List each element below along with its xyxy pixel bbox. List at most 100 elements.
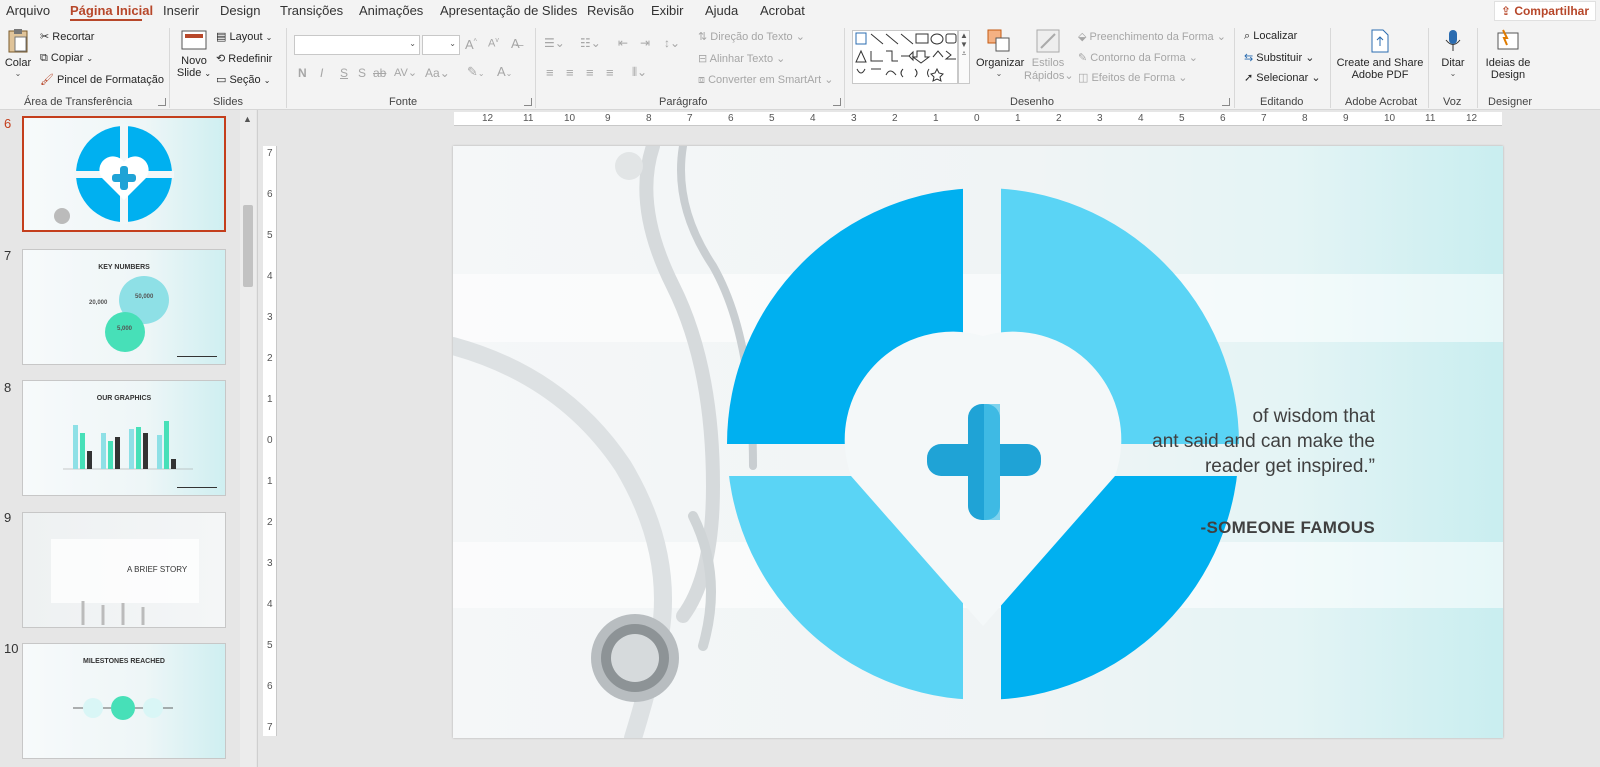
tab-apresentacao[interactable]: Apresentação de Slides	[440, 3, 577, 18]
shapes-gallery-scroll[interactable]: ▲ ▼ ⩡	[958, 30, 970, 84]
new-slide-icon	[181, 30, 207, 50]
layout-button[interactable]: ▤ Layout ⌄	[216, 30, 272, 43]
clipboard-launcher-icon[interactable]	[158, 98, 166, 106]
justify-icon[interactable]: ≡	[606, 65, 614, 80]
find-button[interactable]: ⌕ Localizar	[1244, 30, 1297, 43]
section-button[interactable]: ▭ Seção ⌄	[216, 73, 270, 86]
increase-indent-icon[interactable]: ⇥	[640, 36, 650, 50]
quote-text[interactable]: of wisdom that ant said and can make the…	[975, 404, 1375, 479]
layout-icon: ▤	[216, 31, 227, 43]
char-spacing-button[interactable]: AV⌄	[394, 66, 417, 79]
align-center-icon[interactable]: ≡	[566, 65, 574, 80]
text-direction-button[interactable]: ⇅ Direção do Texto ⌄	[698, 30, 805, 43]
shapes-gallery[interactable]	[852, 30, 958, 84]
drawing-launcher-icon[interactable]	[1222, 98, 1230, 106]
change-case-button[interactable]: Aa⌄	[425, 66, 450, 80]
ruler-tick-label: 10	[564, 113, 576, 124]
ruler-tick-label: 0	[974, 113, 980, 124]
font-color-icon[interactable]: A⌄	[497, 64, 512, 79]
ruler-tick-label: 12	[482, 113, 494, 124]
shadow-button[interactable]: S	[358, 66, 366, 80]
separator	[1234, 28, 1235, 108]
new-slide-label-2: Slide ⌄	[176, 67, 212, 79]
font-size-dropdown[interactable]: ⌄	[422, 35, 460, 55]
design-ideas-icon	[1497, 29, 1519, 50]
tab-inserir[interactable]: Inserir	[163, 3, 199, 18]
bullets-icon[interactable]: ☰⌄	[544, 36, 565, 50]
design-ideas-button[interactable]: Ideias de Design	[1482, 28, 1534, 94]
quote-author[interactable]: -SOMEONE FAMOUS	[1200, 518, 1375, 538]
thumbnails-scrollbar[interactable]: ▲	[240, 110, 256, 767]
decrease-indent-icon[interactable]: ⇤	[618, 36, 628, 50]
quick-styles-button[interactable]: Estilos Rápidos⌄	[1024, 28, 1074, 94]
grow-font-button[interactable]: A^	[465, 37, 477, 52]
dictate-button[interactable]: Ditar ⌄	[1434, 28, 1472, 94]
ruler-tick-label: 3	[267, 312, 273, 323]
shape-outline-button[interactable]: ✎ Contorno da Forma ⌄	[1078, 51, 1198, 64]
clipboard-icon	[8, 29, 28, 53]
clear-format-icon[interactable]: A̶	[511, 36, 520, 51]
tab-transicoes[interactable]: Transições	[280, 3, 343, 18]
tab-revisao[interactable]: Revisão	[587, 3, 634, 18]
highlight-icon[interactable]: ✎⌄	[467, 64, 485, 80]
strikethrough-button[interactable]: ab	[373, 66, 386, 80]
cut-button[interactable]: ✂ Recortar	[40, 30, 94, 43]
quick-styles-label-1: Estilos	[1031, 57, 1065, 69]
font-family-dropdown[interactable]: ⌄	[294, 35, 420, 55]
arrange-button[interactable]: Organizar ⌄	[976, 28, 1025, 94]
copy-button[interactable]: ⧉ Copiar ⌄	[40, 52, 93, 65]
ruler-tick-label: 9	[1343, 113, 1349, 124]
tab-arquivo[interactable]: Arquivo	[6, 3, 50, 18]
paragraph-launcher-icon[interactable]	[833, 98, 841, 106]
replace-button[interactable]: ⇆ Substituir ⌄	[1244, 51, 1314, 64]
align-right-icon[interactable]: ≡	[586, 65, 594, 80]
underline-button[interactable]: S	[340, 66, 348, 80]
acrobat-group-label: Adobe Acrobat	[1345, 96, 1418, 108]
ruler-tick-label: 3	[267, 558, 273, 569]
slide-thumbnail-8[interactable]: OUR GRAPHICS	[22, 380, 226, 496]
tab-animacoes[interactable]: Animações	[359, 3, 423, 18]
tab-design[interactable]: Design	[220, 3, 260, 18]
arrange-label: Organizar	[976, 57, 1025, 69]
align-text-icon: ⊟	[698, 53, 708, 65]
columns-icon[interactable]: ⫴⌄	[632, 65, 647, 80]
tab-exibir[interactable]: Exibir	[651, 3, 684, 18]
numbering-icon[interactable]: ☷⌄	[580, 36, 601, 50]
tab-pagina-inicial[interactable]: Página Inicial	[70, 3, 153, 18]
replace-icon: ⇆	[1244, 52, 1254, 64]
ruler-tick-label: 7	[687, 113, 693, 124]
shrink-font-button[interactable]: Av	[488, 37, 499, 50]
create-pdf-button[interactable]: Create and Share Adobe PDF	[1336, 28, 1424, 94]
slide-thumbnail-6[interactable]	[22, 116, 226, 232]
dictate-label: Ditar	[1441, 57, 1465, 69]
tab-ajuda[interactable]: Ajuda	[705, 3, 738, 18]
italic-button[interactable]: I	[320, 66, 323, 80]
font-group-label: Fonte	[389, 96, 418, 108]
bold-button[interactable]: N	[298, 66, 307, 80]
slide-thumbnail-10[interactable]: MILESTONES REACHED	[22, 643, 226, 759]
align-text-button[interactable]: ⊟ Alinhar Texto ⌄	[698, 52, 785, 65]
slide-canvas[interactable]: of wisdom that ant said and can make the…	[453, 146, 1503, 738]
reset-button[interactable]: ⟲ Redefinir	[216, 52, 272, 65]
drawing-group-label: Desenho	[1010, 96, 1055, 108]
share-button[interactable]: ⇪ Compartilhar	[1493, 1, 1596, 21]
scrollbar-thumb[interactable]	[243, 205, 253, 287]
new-slide-button[interactable]: Novo Slide ⌄	[176, 28, 212, 90]
ruler-tick-label: 2	[1056, 113, 1062, 124]
slide-thumbnail-7[interactable]: KEY NUMBERS 20,000 50,000 5,000	[22, 249, 226, 365]
shape-effects-button[interactable]: ◫ Efeitos de Forma ⌄	[1078, 71, 1188, 84]
line-spacing-icon[interactable]: ↕⌄	[664, 36, 680, 50]
ruler-tick-label: 12	[1466, 113, 1478, 124]
font-launcher-icon[interactable]	[524, 98, 532, 106]
paste-button[interactable]: Colar ⌄	[4, 28, 32, 90]
tab-acrobat[interactable]: Acrobat	[760, 3, 805, 18]
scroll-up-icon[interactable]: ▲	[243, 114, 252, 124]
format-painter-button[interactable]: 🖌 Pincel de Formatação	[40, 73, 164, 86]
ruler-tick-label: 8	[646, 113, 652, 124]
smartart-button[interactable]: ⧈ Converter em SmartArt ⌄	[698, 73, 833, 87]
slide-thumbnail-9[interactable]: A BRIEF STORY	[22, 512, 226, 628]
thumb-number: 7	[4, 248, 12, 263]
select-button[interactable]: ➚ Selecionar ⌄	[1244, 71, 1321, 84]
align-left-icon[interactable]: ≡	[546, 65, 554, 80]
shape-fill-button[interactable]: ⬙ Preenchimento da Forma ⌄	[1078, 30, 1226, 43]
